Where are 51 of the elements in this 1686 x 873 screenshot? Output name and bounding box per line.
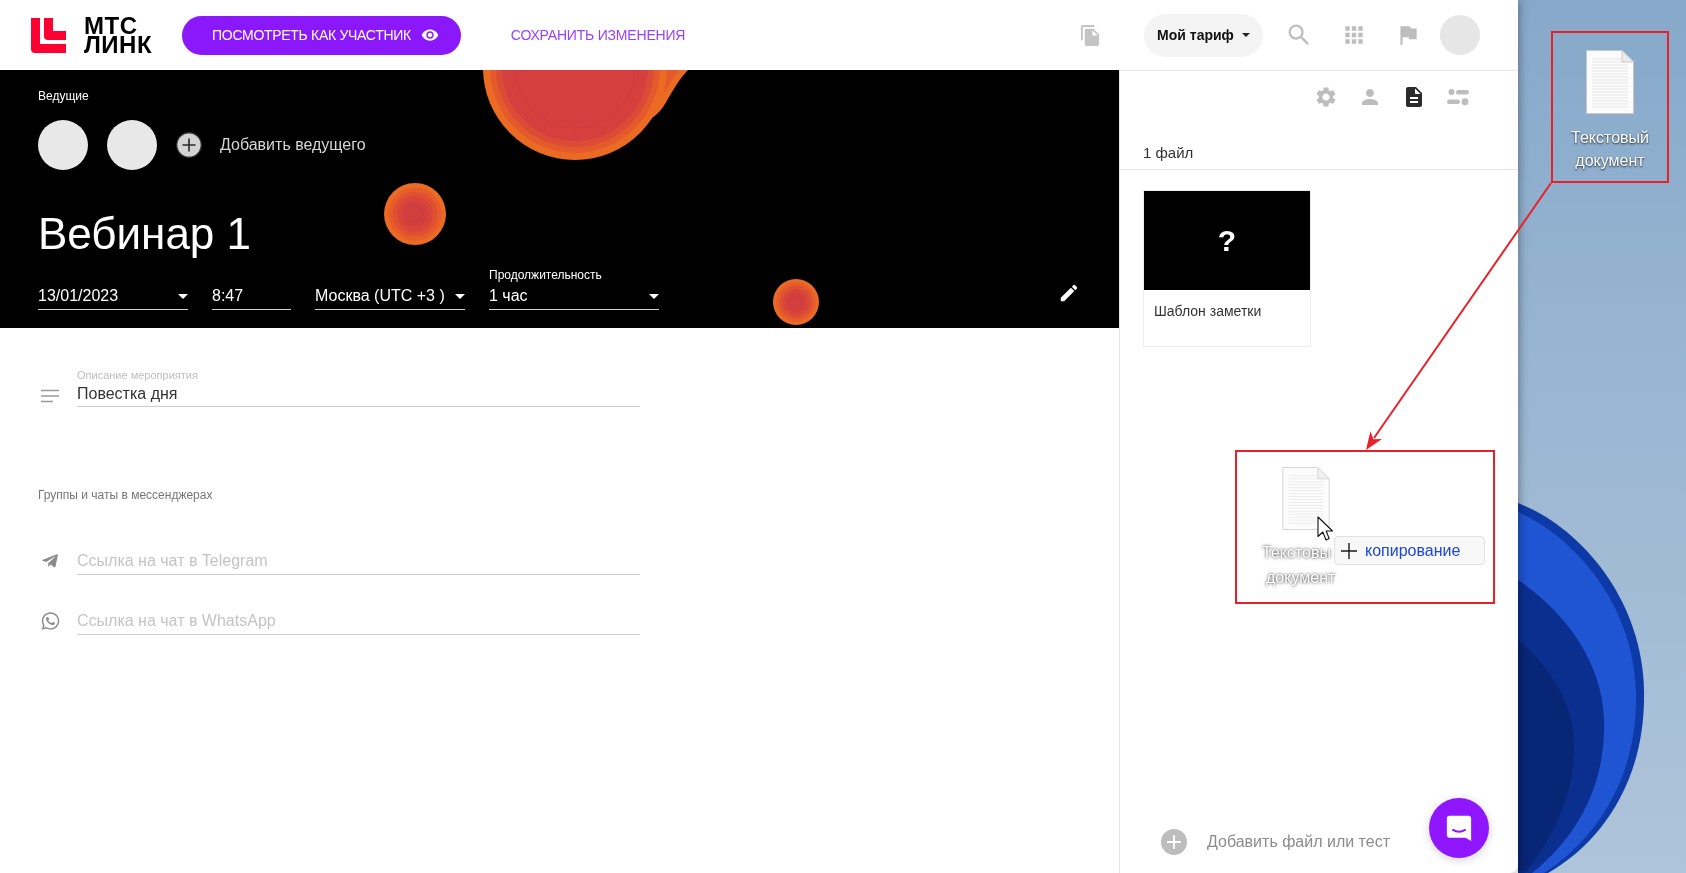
messengers-heading: Группы и чаты в мессенджерах xyxy=(38,487,213,503)
description-field[interactable]: Повестка дня xyxy=(77,382,640,407)
file-count: 1 файл xyxy=(1143,144,1194,161)
eye-icon xyxy=(420,26,439,44)
chat-bubble-icon xyxy=(1445,814,1473,842)
cursor-icon xyxy=(1317,516,1335,542)
logo-icon xyxy=(31,17,66,53)
chat-link-field[interactable]: Ссылка на чат в WhatsApp xyxy=(77,607,640,635)
event-title: Вебинар 1 xyxy=(38,208,252,260)
copy-icon[interactable] xyxy=(1079,23,1102,47)
field-label: Описание мероприятия xyxy=(77,368,198,382)
field-label: Продолжительность xyxy=(489,267,603,283)
plus-icon xyxy=(1161,829,1187,855)
preview-button[interactable]: ПОСМОТРЕТЬ КАК УЧАСТНИК xyxy=(182,15,461,55)
gear-icon xyxy=(1314,85,1338,109)
caret-icon xyxy=(649,293,659,299)
decorative-circle xyxy=(773,279,819,325)
plus-icon xyxy=(1341,542,1357,559)
time-field[interactable]: 8:47 xyxy=(212,283,291,310)
text-file-icon xyxy=(1282,467,1330,530)
plan-button[interactable]: Мой тариф xyxy=(1144,13,1263,57)
tooltip-text: копирование xyxy=(1365,540,1461,561)
chat-button[interactable] xyxy=(1429,798,1489,858)
edit-button[interactable] xyxy=(1058,282,1080,304)
save-link[interactable]: СОХРАНИТЬ ИЗМЕНЕНИЯ xyxy=(510,24,686,46)
file-card[interactable]: ? Шаблон заметки xyxy=(1143,190,1311,347)
text-file-icon[interactable] xyxy=(1586,50,1634,114)
text-lines-icon xyxy=(40,389,60,403)
caret-icon xyxy=(455,293,465,299)
pencil-icon xyxy=(1058,282,1080,304)
settings-tab[interactable] xyxy=(1314,85,1338,109)
phone-bubble-icon xyxy=(40,611,60,631)
caret-icon xyxy=(178,293,188,299)
file-thumbnail: ? xyxy=(1144,191,1310,290)
file-label: Текстовы xyxy=(1262,543,1331,563)
file-label: документ xyxy=(1266,568,1336,588)
timezone-field[interactable]: Москва (UTC +3 ) xyxy=(315,283,465,310)
host-avatar xyxy=(38,120,88,170)
hosts-label: Ведущие xyxy=(38,88,89,104)
host-avatar xyxy=(107,120,157,170)
caret-icon xyxy=(1241,33,1250,37)
date-field[interactable]: 13/01/2023 xyxy=(38,283,188,310)
plus-icon xyxy=(176,132,202,158)
user-avatar[interactable] xyxy=(1440,15,1480,55)
chat-link-field[interactable]: Ссылка на чат в Telegram xyxy=(77,547,640,575)
logo-text: МТС ЛИНК xyxy=(84,16,153,54)
duration-field[interactable]: Продолжительность 1 час xyxy=(489,267,659,310)
file-name: Шаблон заметки xyxy=(1154,303,1262,319)
decorative-circle xyxy=(384,183,446,245)
paper-plane-icon xyxy=(41,552,59,570)
add-host-button[interactable]: Добавить ведущего xyxy=(176,132,366,158)
